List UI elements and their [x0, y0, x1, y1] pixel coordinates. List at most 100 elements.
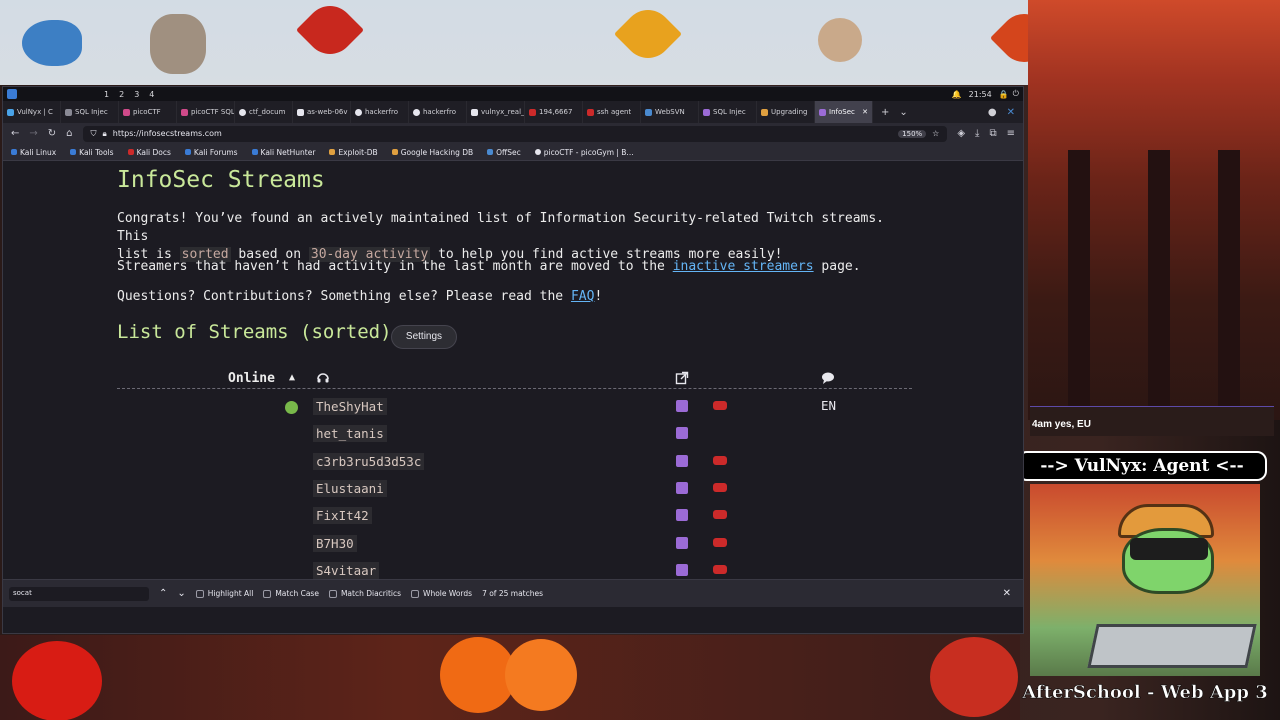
- kali-menu-icon[interactable]: [7, 89, 17, 99]
- workspace-3[interactable]: 3: [131, 90, 142, 99]
- workspace-1[interactable]: 1: [101, 90, 112, 99]
- twitch-icon[interactable]: [676, 454, 688, 467]
- tab-upgrading[interactable]: Upgrading: [757, 101, 815, 123]
- bookmark-offsec[interactable]: OffSec: [487, 148, 521, 157]
- bookmark-star-icon[interactable]: ☆: [932, 129, 939, 138]
- external-link-icon[interactable]: [675, 371, 689, 385]
- bookmark-kali-docs[interactable]: Kali Docs: [127, 148, 171, 157]
- bookmark-kali-tools[interactable]: Kali Tools: [70, 148, 114, 157]
- tab-infosec-active[interactable]: InfoSec ✕: [815, 101, 873, 123]
- twitch-icon[interactable]: [676, 400, 688, 412]
- tab-as-web[interactable]: as-web-06v: [293, 101, 351, 123]
- streamer-name[interactable]: S4vitaar: [313, 561, 380, 579]
- youtube-icon[interactable]: [713, 510, 727, 520]
- tab-favicon: [65, 108, 72, 116]
- find-previous-icon[interactable]: ⌃: [159, 588, 167, 599]
- power-icon[interactable]: ⏻: [1013, 89, 1019, 99]
- tab-194[interactable]: 194,6667: [525, 101, 583, 123]
- speech-bubble-icon[interactable]: [821, 371, 835, 385]
- faq-text-post: !: [594, 289, 603, 304]
- zoom-indicator[interactable]: 150%: [898, 129, 927, 138]
- menu-icon[interactable]: ≡: [1007, 128, 1015, 139]
- tab-hackerfrog-1[interactable]: hackerfro: [351, 101, 409, 123]
- bookmark-label: picoCTF - picoGym | B...: [543, 147, 634, 157]
- youtube-icon[interactable]: [713, 455, 727, 465]
- url-bar[interactable]: ⛉ 🔒︎ https://infosecstreams.com 150% ☆: [82, 125, 948, 142]
- tab-favicon: [181, 108, 188, 116]
- find-input[interactable]: socat: [9, 586, 149, 601]
- highlight-all-checkbox[interactable]: Highlight All: [195, 589, 253, 598]
- match-case-checkbox[interactable]: Match Case: [263, 589, 319, 598]
- tab-websvn[interactable]: WebSVN: [641, 101, 699, 123]
- reload-icon[interactable]: ↻: [48, 128, 56, 139]
- bookmark-kali-forums[interactable]: Kali Forums: [184, 148, 238, 157]
- lock-icon[interactable]: 🔒︎: [103, 129, 107, 139]
- youtube-icon[interactable]: [713, 482, 727, 492]
- twitch-icon[interactable]: [676, 481, 688, 494]
- workspace-4[interactable]: 4: [146, 90, 157, 99]
- bell-icon[interactable]: 🔔: [952, 90, 962, 99]
- frog-hacker-illustration: [1030, 484, 1260, 676]
- tab-favicon: [761, 108, 768, 116]
- table-row: B7H30: [117, 534, 912, 556]
- minimize-icon[interactable]: ●: [988, 107, 997, 118]
- back-icon[interactable]: ←: [11, 128, 19, 139]
- bookmark-picoctf[interactable]: picoCTF - picoGym | B...: [534, 147, 634, 157]
- tab-ssh-agent[interactable]: ssh agent: [583, 101, 641, 123]
- close-find-icon[interactable]: ✕: [1003, 588, 1011, 599]
- tab-hackerfrog-2[interactable]: hackerfro: [409, 101, 467, 123]
- streamer-name[interactable]: B7H30: [313, 534, 357, 552]
- twitch-icon[interactable]: [676, 536, 688, 549]
- tab-sql-injec-2[interactable]: SQL Injec: [699, 101, 757, 123]
- extensions-icon[interactable]: ⧉: [989, 128, 996, 139]
- close-window-icon[interactable]: ✕: [1007, 107, 1015, 118]
- streamer-name[interactable]: TheShyHat: [313, 398, 387, 415]
- faq-link[interactable]: FAQ: [571, 289, 594, 304]
- youtube-icon[interactable]: [713, 564, 727, 574]
- new-tab-icon[interactable]: +: [881, 107, 889, 118]
- bookmark-icon: [11, 149, 17, 155]
- youtube-icon[interactable]: [713, 537, 727, 547]
- lock-icon[interactable]: 🔒: [999, 90, 1009, 99]
- close-tab-icon[interactable]: ✕: [862, 108, 868, 116]
- workspace-2[interactable]: 2: [116, 90, 127, 99]
- column-online[interactable]: Online: [228, 371, 275, 386]
- url-text[interactable]: https://infosecstreams.com: [113, 129, 222, 138]
- twitch-icon[interactable]: [676, 427, 688, 440]
- youtube-icon[interactable]: [713, 401, 727, 410]
- tab-picoctf-sql[interactable]: picoCTF SQL: [177, 101, 235, 123]
- twitch-icon[interactable]: [676, 563, 688, 576]
- page-title: InfoSec Streams: [117, 167, 325, 193]
- tab-bar: VulNyx | C SQL Injec picoCTF picoCTF SQL…: [3, 101, 1023, 123]
- settings-button[interactable]: Settings: [391, 325, 457, 349]
- inactive-streamers-link[interactable]: inactive streamers: [673, 259, 814, 274]
- tab-label: hackerfro: [365, 108, 399, 116]
- match-diacritics-checkbox[interactable]: Match Diacritics: [328, 589, 401, 598]
- headset-icon[interactable]: [316, 371, 330, 385]
- clock: 21:54: [968, 89, 992, 99]
- streamer-name[interactable]: het_tanis: [313, 425, 387, 443]
- forward-icon[interactable]: →: [29, 128, 37, 139]
- streamer-name[interactable]: FixIt42: [313, 507, 372, 525]
- download-icon[interactable]: ⤓: [975, 128, 979, 139]
- sort-arrow-icon[interactable]: ▲: [289, 372, 295, 383]
- home-icon[interactable]: ⌂: [66, 128, 72, 139]
- bookmark-google-hacking-db[interactable]: Google Hacking DB: [391, 148, 473, 157]
- streamer-name[interactable]: Elustaani: [313, 479, 387, 497]
- pocket-icon[interactable]: ◈: [957, 128, 965, 139]
- tab-vulnyx[interactable]: VulNyx | C: [3, 101, 61, 123]
- bookmark-exploit-db[interactable]: Exploit-DB: [329, 148, 378, 157]
- tab-vulnyx-real[interactable]: vulnyx_real_: [467, 101, 525, 123]
- chevron-down-icon[interactable]: ⌄: [899, 107, 907, 118]
- streamer-name[interactable]: c3rb3ru5d3d53c: [313, 452, 425, 470]
- bookmark-kali-linux[interactable]: Kali Linux: [11, 148, 56, 157]
- bookmark-kali-nethunter[interactable]: Kali NetHunter: [251, 148, 315, 157]
- whole-words-checkbox[interactable]: Whole Words: [411, 589, 472, 598]
- twitch-icon[interactable]: [676, 509, 688, 522]
- tab-picoctf[interactable]: picoCTF: [119, 101, 177, 123]
- tab-sql-injection[interactable]: SQL Injec: [61, 101, 119, 123]
- shield-icon[interactable]: ⛉: [91, 129, 97, 139]
- tab-label: ctf_docum: [249, 108, 286, 116]
- tab-ctf-docum[interactable]: ctf_docum: [235, 101, 293, 123]
- find-next-icon[interactable]: ⌄: [177, 588, 185, 599]
